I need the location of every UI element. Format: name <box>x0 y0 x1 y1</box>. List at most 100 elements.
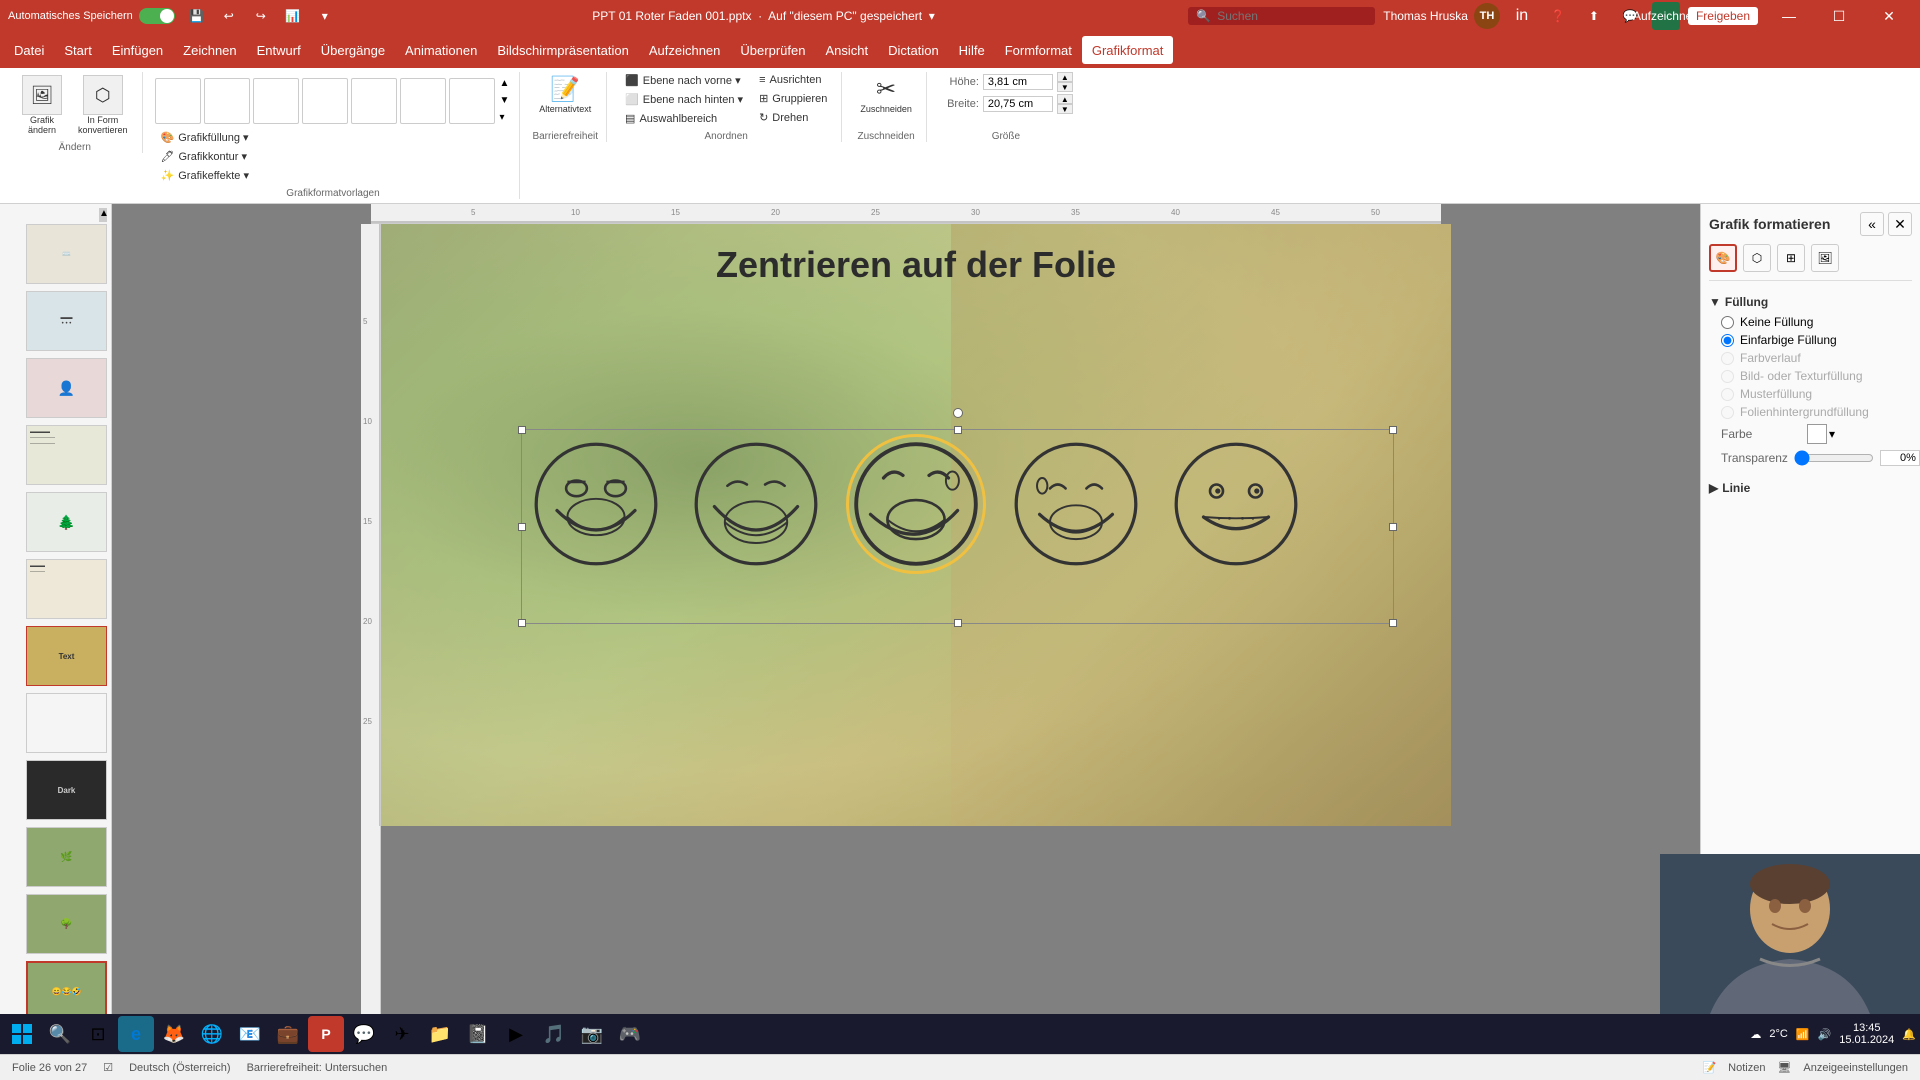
color-picker-btn[interactable]: ▾ <box>1807 424 1835 444</box>
menu-grafikformat[interactable]: Grafikformat <box>1082 36 1174 64</box>
slide-thumb-25[interactable]: 25 🌳 <box>26 894 107 954</box>
slide-thumb-20[interactable]: 20 ▬▬▬——— <box>26 559 107 619</box>
transparenz-value[interactable] <box>1880 450 1920 466</box>
style-down-btn[interactable]: ▼ <box>498 93 512 108</box>
notes-label[interactable]: Notizen <box>1728 1062 1765 1074</box>
maximize-btn[interactable]: ☐ <box>1816 0 1862 32</box>
menu-datei[interactable]: Datei <box>4 36 54 64</box>
slide-thumb-17[interactable]: 17 👤 <box>26 358 107 418</box>
menu-aufzeichnen[interactable]: Aufzeichnen <box>639 36 731 64</box>
powerpoint-btn[interactable]: P <box>308 1016 344 1052</box>
help-icon[interactable]: ❓ <box>1544 2 1572 30</box>
app4-btn[interactable]: 🎮 <box>612 1016 648 1052</box>
gruppieren-btn[interactable]: ⊞ Gruppieren <box>753 90 833 107</box>
more-icon[interactable]: ▾ <box>311 2 339 30</box>
emoji-group-container[interactable] <box>531 439 1301 569</box>
slide-thumb-23[interactable]: 23 Dark <box>26 760 107 820</box>
app3-btn[interactable]: 📷 <box>574 1016 610 1052</box>
panel-close-btn[interactable]: ✕ <box>1888 212 1912 236</box>
file-explorer-btn[interactable]: 📁 <box>422 1016 458 1052</box>
search-taskbar-btn[interactable]: 🔍 <box>42 1016 78 1052</box>
menu-zeichnen[interactable]: Zeichnen <box>173 36 246 64</box>
ebene-vorne-btn[interactable]: ⬛ Ebene nach vorne ▾ <box>619 72 749 89</box>
style-more-btn[interactable]: ▾ <box>498 110 512 125</box>
shape-thumb-6[interactable] <box>400 78 446 124</box>
shape-thumb-2[interactable] <box>204 78 250 124</box>
freigeben-btn[interactable]: Freigeben <box>1688 7 1758 25</box>
emoji-1[interactable] <box>531 439 661 569</box>
telegram-btn[interactable]: ✈ <box>384 1016 420 1052</box>
presentation-icon[interactable]: 📊 <box>279 2 307 30</box>
slide-thumb-18[interactable]: 18 ▬▬▬▬—————————— <box>26 425 107 485</box>
close-btn[interactable]: ✕ <box>1866 0 1912 32</box>
panel-fill-icon[interactable]: 🎨 <box>1709 244 1737 272</box>
minimize-btn[interactable]: — <box>1766 0 1812 32</box>
panel-collapse-btn[interactable]: « <box>1860 212 1884 236</box>
line-section-header[interactable]: ▶ Linie <box>1709 477 1912 499</box>
shape-thumb-7[interactable] <box>449 78 495 124</box>
shape-thumb-3[interactable] <box>253 78 299 124</box>
emoji-2[interactable] <box>691 439 821 569</box>
chrome-btn[interactable]: 🌐 <box>194 1016 230 1052</box>
taskview-btn[interactable]: ⊡ <box>80 1016 116 1052</box>
taskbar-clock[interactable]: 13:45 15.01.2024 <box>1839 1022 1894 1046</box>
teams-btn[interactable]: 💼 <box>270 1016 306 1052</box>
width-up-btn[interactable]: ▲ <box>1057 94 1073 104</box>
app1-btn[interactable]: ▶ <box>498 1016 534 1052</box>
menu-hilfe[interactable]: Hilfe <box>949 36 995 64</box>
panel-shape-icon[interactable]: ⬡ <box>1743 244 1771 272</box>
emoji-4[interactable] <box>1011 439 1141 569</box>
shape-thumb-4[interactable] <box>302 78 348 124</box>
search-box[interactable]: 🔍 <box>1188 7 1375 25</box>
einfarbige-fuellung-radio[interactable] <box>1721 334 1734 347</box>
grafik-aendern-btn[interactable]: 🖼 Grafikändern <box>16 72 68 138</box>
emoji-3-selected[interactable] <box>851 439 981 569</box>
style-up-btn[interactable]: ▲ <box>498 76 512 91</box>
filling-section-header[interactable]: ▼ Füllung <box>1709 291 1912 313</box>
menu-start[interactable]: Start <box>54 36 101 64</box>
height-down-btn[interactable]: ▼ <box>1057 82 1073 92</box>
slide-thumb-21[interactable]: 21 Text <box>26 626 107 686</box>
slide-thumb-19[interactable]: 19 🌲 <box>26 492 107 552</box>
drehen-btn[interactable]: ↻ Drehen <box>753 109 833 126</box>
menu-ueberpruefen[interactable]: Überprüfen <box>730 36 815 64</box>
grafikkontur-btn[interactable]: 🖊 Grafikkontur ▾ <box>155 148 512 165</box>
autosave-toggle[interactable] <box>139 8 175 24</box>
width-down-btn[interactable]: ▼ <box>1057 104 1073 114</box>
undo-icon[interactable]: ↩ <box>215 2 243 30</box>
linkedin-icon[interactable]: in <box>1508 2 1536 30</box>
edge-btn[interactable]: e <box>118 1016 154 1052</box>
width-input[interactable] <box>983 96 1053 112</box>
in-form-btn[interactable]: ⬡ In Formkonvertieren <box>72 72 134 138</box>
slide-thumb-15[interactable]: 15 ⌨️ <box>26 224 107 284</box>
outlook-btn[interactable]: 📧 <box>232 1016 268 1052</box>
menu-dictation[interactable]: Dictation <box>878 36 949 64</box>
shape-thumb-1[interactable] <box>155 78 201 124</box>
keine-fuellung-radio[interactable] <box>1721 316 1734 329</box>
alternativtext-btn[interactable]: 📝 Alternativtext <box>533 72 597 117</box>
menu-einfuegen[interactable]: Einfügen <box>102 36 173 64</box>
panel-image-icon[interactable]: 🖼 <box>1811 244 1839 272</box>
auswahlbereich-btn[interactable]: ▤ Auswahlbereich <box>619 110 749 127</box>
panel-table-icon[interactable]: ⊞ <box>1777 244 1805 272</box>
slide-thumb-22[interactable]: 22 <box>26 693 107 753</box>
emoji-5[interactable] <box>1171 439 1301 569</box>
network-icon[interactable]: 📶 <box>1796 1028 1810 1041</box>
transparenz-slider[interactable] <box>1794 450 1874 466</box>
notification-icon[interactable]: 🔔 <box>1902 1028 1916 1041</box>
search-input[interactable] <box>1217 9 1367 23</box>
share-icon[interactable]: Aufzeichnen <box>1652 2 1680 30</box>
display-settings-label[interactable]: Anzeigeeinstellungen <box>1803 1062 1908 1074</box>
menu-ansicht[interactable]: Ansicht <box>815 36 878 64</box>
onenote-btn[interactable]: 📓 <box>460 1016 496 1052</box>
grafikeffekte-btn[interactable]: ✨ Grafikeffekte ▾ <box>155 167 512 184</box>
firefox-btn[interactable]: 🦊 <box>156 1016 192 1052</box>
menu-animationen[interactable]: Animationen <box>395 36 487 64</box>
menu-uebergaenge[interactable]: Übergänge <box>311 36 395 64</box>
ribbon-toggle-icon[interactable]: ⬆ <box>1580 2 1608 30</box>
zuschneiden-btn[interactable]: ✂ Zuschneiden <box>854 72 918 117</box>
slide-thumb-16[interactable]: 16 ▬▬• • • <box>26 291 107 351</box>
ausrichten-btn[interactable]: ≡ Ausrichten <box>753 72 833 88</box>
height-up-btn[interactable]: ▲ <box>1057 72 1073 82</box>
scroll-up-btn[interactable]: ▲ <box>99 208 107 222</box>
